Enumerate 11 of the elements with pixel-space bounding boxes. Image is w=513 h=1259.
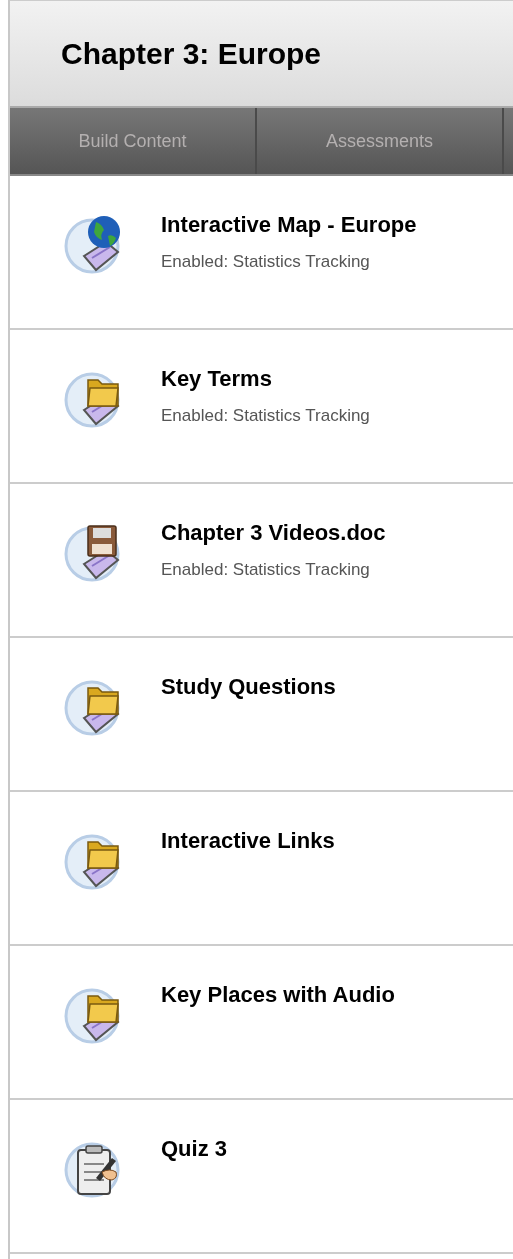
item-title-link[interactable]: Key Places with Audio <box>161 982 395 1008</box>
item-title-link[interactable]: Interactive Map - Europe <box>161 212 417 238</box>
item-status-text: Enabled: Statistics Tracking <box>161 252 371 272</box>
item-status-text: Enabled: Statistics Tracking <box>161 560 371 580</box>
item-title-link[interactable]: Study Questions <box>161 674 336 700</box>
item-title-link[interactable]: Key Terms <box>161 366 370 392</box>
item-title-link[interactable]: Interactive Links <box>161 828 335 854</box>
page-title: Chapter 3: Europe <box>61 36 322 71</box>
item-status-text: Enabled: Statistics Tracking <box>161 406 370 426</box>
item-title-link[interactable]: Chapter 3 Videos.doc <box>161 520 386 546</box>
item-title-link[interactable]: Quiz 3 <box>161 1136 227 1162</box>
